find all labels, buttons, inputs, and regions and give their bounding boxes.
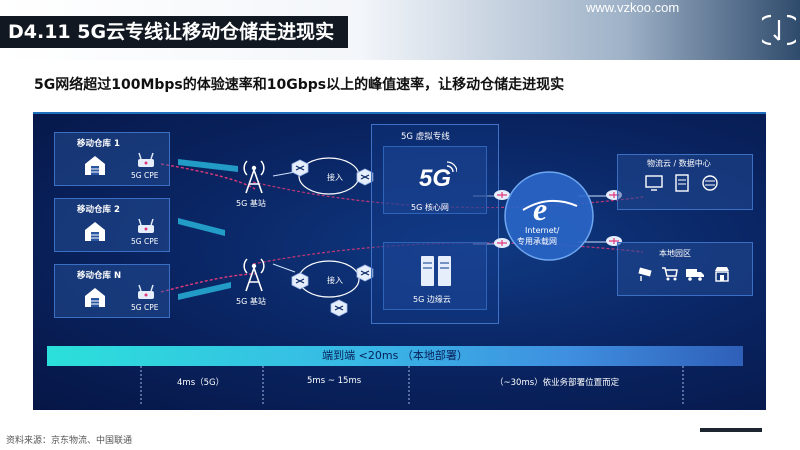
server-rack-icon [675, 174, 689, 192]
cpe-label: 5G CPE [131, 237, 159, 246]
server-icon [421, 256, 451, 286]
warehouse-n: 移动仓库 N 5G CPE [54, 264, 170, 318]
local-park-label: 本地园区 [659, 249, 691, 258]
switch-icon [291, 159, 309, 177]
virtual-line-label: 5G 虚拟专线 [401, 132, 450, 142]
edge-cloud-label: 5G 边缘云 [413, 295, 451, 304]
latency-5g: 4ms（5G） [177, 378, 225, 388]
cpe-label: 5G CPE [131, 303, 159, 312]
base-station-label: 5G 基站 [236, 297, 266, 306]
cpe-router-icon [138, 284, 154, 299]
network-diagram: 移动仓库 1 5G CPE 移动仓库 2 5G CPE 移动仓库 N 5G CP… [33, 112, 766, 410]
source-note: 资料来源：京东物流、中国联通 [6, 436, 133, 446]
core-network-label: 5G 核心网 [411, 203, 449, 212]
base-station-icon [243, 160, 265, 194]
base-station-label: 5G 基站 [236, 199, 266, 208]
access-label: 接入 [327, 276, 343, 285]
access-label: 接入 [327, 173, 343, 182]
svg-text:5G: 5G [419, 165, 451, 190]
header-banner: D4.11 5G云专线让移动仓储走进现实 www.vzkoo.com [0, 0, 800, 60]
slide-subtitle: 5G网络超过100Mbps的体验速率和10Gbps以上的峰值速率，让移动仓储走进… [34, 77, 565, 93]
internet-globe-icon: e [504, 171, 594, 261]
cpe-router-icon [138, 218, 154, 233]
svg-text:e: e [533, 191, 547, 227]
switch-icon [291, 272, 309, 290]
truck-icon [686, 269, 704, 281]
latency-deployment: （~30ms）依业务部署位置而定 [495, 378, 620, 388]
switch-icon [330, 299, 348, 317]
warehouse-name: 移动仓库 1 [77, 139, 120, 149]
5g-logo-icon: 5G [419, 161, 457, 190]
page-title: D4.11 5G云专线让移动仓储走进现实 [0, 16, 349, 48]
warehouse-icon [85, 288, 105, 307]
warehouse-icon [85, 156, 105, 175]
warehouse-name: 移动仓库 N [77, 271, 122, 281]
warehouse-name: 移动仓库 2 [77, 205, 120, 215]
cart-icon [662, 267, 678, 281]
latency-core: 5ms ~ 15ms [307, 376, 362, 386]
warehouse-1: 移动仓库 1 5G CPE [54, 132, 170, 186]
warehouse-icon [85, 222, 105, 241]
monitor-icon [645, 175, 663, 191]
internet-label: Internet/ [525, 226, 560, 235]
site-logo-icon [762, 14, 796, 46]
cctv-camera-icon [638, 267, 652, 281]
carrier-network-label: 专用承载网 [517, 237, 557, 246]
database-icon [702, 175, 718, 191]
cpe-router-icon [138, 152, 154, 167]
cpe-label: 5G CPE [131, 171, 159, 180]
store-icon [715, 267, 729, 282]
warehouse-2: 移动仓库 2 5G CPE [54, 198, 170, 252]
page-indicator [700, 428, 762, 432]
end-to-end-latency-bar: 端到端 <20ms （本地部署） [47, 346, 743, 366]
logistics-cloud-label: 物流云 / 数据中心 [647, 159, 711, 168]
site-url[interactable]: www.vzkoo.com [586, 0, 679, 15]
base-station-icon [243, 258, 265, 292]
